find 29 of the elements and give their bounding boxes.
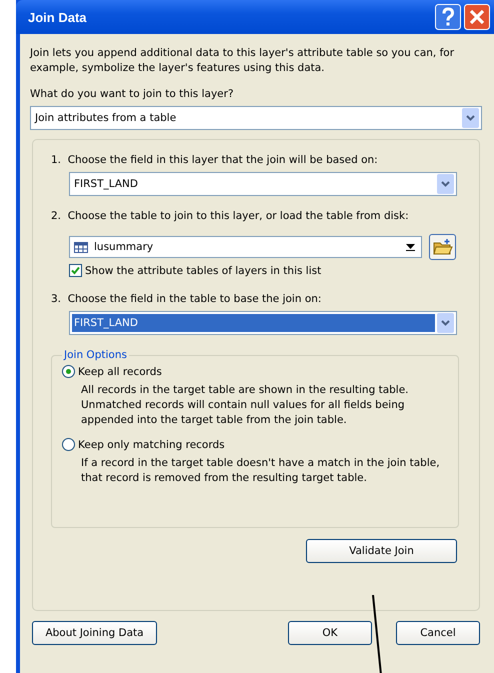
help-icon[interactable]	[435, 4, 461, 30]
caret-icon	[406, 243, 415, 251]
checkbox[interactable]	[69, 264, 82, 277]
dialog-button[interactable]: OK	[288, 621, 372, 645]
step-label: 1. Choose the field in this layer that the join will be based on:	[51, 154, 379, 166]
table-icon	[74, 242, 88, 252]
option-description: If a record in the target table doesn't have a match in the join table, that record is removed from the resulting target table.	[81, 456, 441, 486]
radio-button[interactable]	[62, 438, 75, 451]
radio-button[interactable]	[62, 365, 75, 378]
window-title: Join Data	[27, 10, 88, 24]
group-title: Join Options	[62, 349, 128, 361]
join-type-label: What do you want to join to this layer?	[30, 88, 235, 100]
table-combo-box[interactable]: lusummary	[69, 236, 422, 258]
intro-text: Join lets you append additional data to this layer's attribute table so you can, for example, symbolize the layer's features using this data.	[30, 46, 456, 76]
join-type-dropdown[interactable]: Join attributes from a table	[30, 106, 482, 130]
radio-label: Keep only matching records	[78, 438, 225, 450]
dialog-button[interactable]: About Joining Data	[32, 621, 157, 645]
dialog-button[interactable]: Cancel	[396, 621, 480, 645]
open-folder-button[interactable]	[429, 234, 456, 260]
step-label: 3. Choose the field in the table to base the join on:	[51, 293, 322, 305]
field-dropdown[interactable]: FIRST_LAND	[69, 172, 457, 196]
radio-label: Keep all records	[78, 366, 162, 378]
field-dropdown[interactable]: FIRST_LAND	[69, 311, 457, 335]
checkbox-label: Show the attribute tables of layers in this list	[85, 264, 322, 276]
step-label: 2. Choose the table to join to this layer, or load the table from disk:	[51, 210, 410, 222]
validate-join-button[interactable]: Validate Join	[306, 539, 457, 563]
close-icon[interactable]	[464, 4, 490, 30]
folder-icon	[432, 238, 452, 256]
option-description: All records in the target table are shown in the resulting table. Unmatched records will contain null values for all fields being appended into the target table from the join table.	[81, 383, 410, 428]
